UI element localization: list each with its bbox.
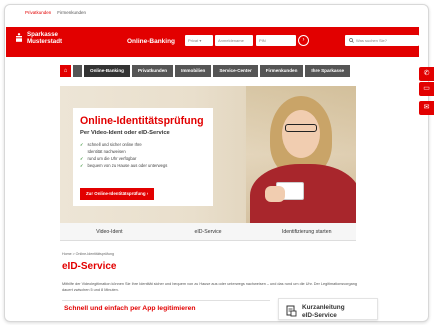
topnav-firmenkunden[interactable]: Firmenkunden (57, 10, 86, 15)
bullet-text: bequem von zu Hause aus oder unterwegs (87, 163, 168, 168)
site-header: Sparkasse Musterstadt Online-Banking Pri… (6, 27, 419, 57)
menu-firmenkunden[interactable]: Firmenkunden (259, 65, 304, 77)
login-type-value: Privat (188, 38, 199, 43)
tab-eid-service[interactable]: eID-Service (159, 223, 258, 240)
home-icon[interactable]: ⌂ (60, 65, 71, 77)
breadcrumb[interactable]: Home > Online-Identitätsprüfung (62, 252, 114, 256)
quickguide-card[interactable]: Kurzanleitung eID-Service (278, 298, 378, 320)
hero-photo-glasses (285, 124, 317, 132)
hero-cta-label: Zur Online-Identitätsprüfung (86, 191, 146, 196)
logo-line2: Musterstadt (27, 37, 63, 45)
search-icon (349, 38, 354, 44)
hero-bullets: ✓schnell und sicher online Ihre ✓Identit… (80, 141, 206, 169)
hero-cta-button[interactable]: Zur Online-Identitätsprüfung › (80, 188, 155, 200)
section-card: Schnell und einfach per App legitimieren (62, 300, 270, 322)
intro-text: Mithilfe der Videolegitimation können Si… (62, 282, 357, 292)
document-icon (286, 305, 297, 317)
hero-card: Online-Identitätsprüfung Per Video-Ident… (73, 108, 213, 206)
tab-identifizierung-starten[interactable]: Identifizierung starten (257, 223, 356, 240)
bullet-text: Identität nachweisen (87, 149, 126, 154)
chat-icon[interactable]: ▭ (419, 82, 434, 96)
hero-title: Online-Identitätsprüfung (80, 115, 204, 127)
list-item: ✓ bequem von zu Hause aus oder unterwegs (80, 162, 206, 169)
login-submit-button[interactable]: › (298, 35, 309, 46)
hero-tabs: Video-Ident eID-Service Identifizierung … (60, 223, 356, 241)
online-banking-label: Online-Banking (127, 38, 176, 45)
list-item: ✓Identität nachweisen (80, 148, 206, 155)
search-input[interactable]: Was suchen Sie? (345, 35, 419, 46)
check-icon: ✓ (80, 156, 84, 161)
tab-video-ident[interactable]: Video-Ident (60, 223, 159, 240)
phone-icon[interactable]: ✆ (419, 67, 434, 81)
list-item: ✓ rund um die Uhr verfügbar (80, 155, 206, 162)
quickguide-line2: eID-Service (302, 311, 337, 319)
menu-service-center[interactable]: Service-Center (213, 65, 258, 77)
username-field[interactable]: Anmeldename (215, 35, 253, 46)
chevron-right-icon: › (146, 191, 149, 196)
page-title: eID-Service (62, 261, 117, 272)
grid-icon[interactable] (73, 65, 82, 77)
mail-icon[interactable]: ✉ (419, 101, 434, 115)
list-item: ✓ schnell und sicher online Ihre (80, 141, 206, 148)
pin-field[interactable]: PIN (256, 35, 296, 46)
top-navigation: Privatkunden Firmenkunden (5, 5, 428, 19)
section-title: Schnell und einfach per App legitimieren (64, 305, 196, 312)
check-icon: ✓ (80, 163, 84, 168)
topnav-privatkunden[interactable]: Privatkunden (25, 10, 51, 15)
menu-immobilien[interactable]: Immobilien (175, 65, 212, 77)
quickguide-title: Kurzanleitung eID-Service (302, 304, 345, 319)
login-type-select[interactable]: Privat ▾ (185, 35, 213, 46)
sparkasse-logo-icon (16, 33, 22, 42)
hero-photo-face (282, 110, 320, 158)
hero-subtitle: Per Video-Ident oder eID-Service (80, 130, 170, 136)
hero-banner: Online-Identitätsprüfung Per Video-Ident… (60, 86, 356, 223)
search-placeholder: Was suchen Sie? (356, 38, 387, 43)
menu-ihre-sparkasse[interactable]: Ihre Sparkasse (305, 65, 351, 77)
check-icon: ✓ (80, 142, 84, 147)
menu-online-banking[interactable]: Online-Banking (84, 65, 130, 77)
main-menu: ⌂ Online-Banking Privatkunden Immobilien… (60, 65, 351, 77)
menu-privatkunden[interactable]: Privatkunden (131, 65, 174, 77)
bullet-text: rund um die Uhr verfügbar (87, 156, 137, 161)
hero-photo-hand (265, 186, 285, 202)
bullet-text: schnell und sicher online Ihre (87, 142, 142, 147)
quickguide-line1: Kurzanleitung (302, 304, 345, 311)
